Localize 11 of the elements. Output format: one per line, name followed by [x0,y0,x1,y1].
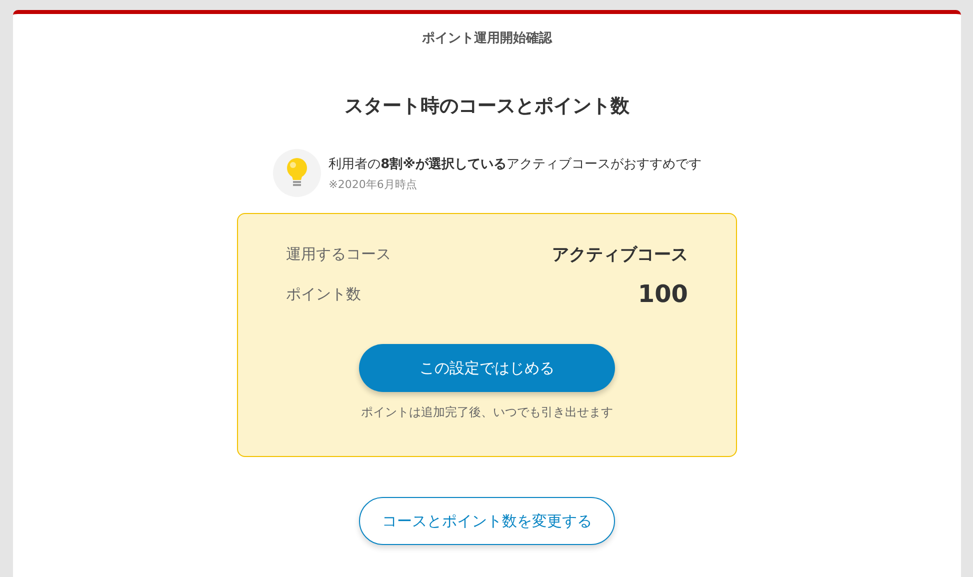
date-note: ※2020年6月時点 [328,176,418,192]
start-button[interactable]: この設定ではじめる [359,344,615,392]
row-value: 100 [638,280,688,308]
recommendation-text: 利用者の8割※が選択しているアクティブコースがおすすめです [328,156,702,172]
row-label: 運用するコース [286,244,391,264]
row-value: アクティブコース [552,244,688,266]
change-button[interactable]: コースとポイント数を変更する [359,497,615,545]
withdraw-note: ポイントは追加完了後、いつでも引き出せます [361,404,613,421]
section-heading: スタート時のコースとポイント数 [344,94,630,119]
row-label: ポイント数 [286,284,361,304]
page-title: ポイント運用開始確認 [422,30,552,47]
